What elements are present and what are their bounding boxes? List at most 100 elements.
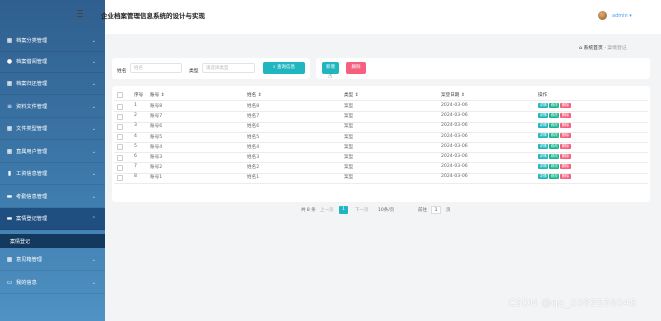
cell-account: 账号5 <box>150 134 163 140</box>
folder-icon: ▬ <box>6 193 13 200</box>
sidebar-item-attendance[interactable]: ▬ 考勤信息管理 ⌄ <box>0 186 105 208</box>
page-title: 企业档案管理信息系统的设计与实现 <box>101 12 205 20</box>
pagination-per-page[interactable]: 10条/页 <box>378 207 394 215</box>
caret-down-icon: ▾ <box>629 13 632 19</box>
sidebar-item-archive-category[interactable]: ▦ 档案分类管理 ⌄ <box>0 30 105 52</box>
type-label: 类型 <box>189 69 199 74</box>
avatar[interactable] <box>598 11 607 20</box>
modify-button[interactable]: 修改 <box>549 123 560 129</box>
detail-button[interactable]: 详情 <box>538 174 549 180</box>
cell-account: 账号6 <box>150 124 163 130</box>
stack-icon: ≡ <box>6 103 13 110</box>
pagination-current-page[interactable]: 1 <box>339 206 348 214</box>
detail-button[interactable]: 详情 <box>538 143 549 149</box>
user-icon: ● <box>6 58 13 65</box>
chevron-up-icon: ⌃ <box>91 215 96 222</box>
column-header-account[interactable]: 账号 ⇕ <box>150 92 165 98</box>
name-search-input[interactable]: 姓名 <box>130 63 182 73</box>
sidebar-item-archive-borrow[interactable]: ● 档案借阅管理 ⌄ <box>0 51 105 73</box>
sidebar-item-direct-users[interactable]: ▦ 直属用户管理 ⌄ <box>0 141 105 163</box>
remove-button[interactable]: 删除 <box>560 133 571 139</box>
sidebar-item-label: 档案分类管理 <box>16 38 48 44</box>
cell-index: 5 <box>134 143 137 149</box>
modify-button[interactable]: 修改 <box>549 102 560 108</box>
user-name: admin <box>612 13 628 19</box>
remove-button[interactable]: 删除 <box>560 123 571 129</box>
sidebar: ▦ 档案分类管理 ⌄ ● 档案借阅管理 ⌄ ▦ 档案归还管理 ⌄ ≡ 资料文件管… <box>0 0 105 321</box>
cell-name: 姓名8 <box>247 104 260 109</box>
detail-button[interactable]: 详情 <box>538 153 549 159</box>
detail-button[interactable]: 详情 <box>538 123 549 129</box>
folder-icon: ▬ <box>6 215 13 222</box>
cell-type: 案型 <box>344 134 354 140</box>
remove-button[interactable]: 删除 <box>560 102 571 108</box>
name-label: 姓名 <box>117 69 127 74</box>
cell-index: 7 <box>134 164 137 170</box>
chevron-down-icon: ⌄ <box>91 125 96 132</box>
pagination-prev[interactable]: 上一页 <box>320 207 334 215</box>
column-header-name[interactable]: 姓名 ⇕ <box>247 92 262 98</box>
type-select[interactable]: 请选择类型 <box>202 63 255 73</box>
modify-button[interactable]: 修改 <box>549 153 560 159</box>
type-placeholder: 请选择类型 <box>206 66 229 71</box>
row-checkbox[interactable] <box>117 164 123 171</box>
sidebar-item-salary[interactable]: ▮ 工资信息管理 ⌄ <box>0 163 105 185</box>
sidebar-item-file-types[interactable]: ▦ 文件类型管理 ⌄ <box>0 118 105 140</box>
breadcrumb-home[interactable]: 系统首页 <box>584 46 603 51</box>
remove-button[interactable]: 删除 <box>560 143 571 149</box>
search-button[interactable]: ⌕ 查询信息 <box>263 62 305 74</box>
remove-button[interactable]: 删除 <box>560 164 571 169</box>
pagination-goto-label: 前往 <box>418 208 427 213</box>
detail-button[interactable]: 详情 <box>538 102 549 108</box>
remove-button[interactable]: 删除 <box>560 153 571 159</box>
cell-account: 账号2 <box>150 165 163 171</box>
cell-index: 4 <box>134 133 137 139</box>
column-header-type[interactable]: 类型 ⇕ <box>344 92 359 98</box>
pagination-goto-input[interactable]: 1 <box>431 206 441 214</box>
row-checkbox[interactable] <box>117 113 123 120</box>
modify-button[interactable]: 修改 <box>549 164 560 169</box>
sidebar-item-case-registration[interactable]: ▬ 案情登记管理 ⌃ <box>0 208 105 230</box>
detail-button[interactable]: 详情 <box>538 164 549 169</box>
chevron-down-icon: ⌄ <box>91 103 96 110</box>
select-all-checkbox[interactable] <box>117 92 123 98</box>
cell-index: 3 <box>134 123 137 129</box>
remove-button[interactable]: 删除 <box>560 113 571 118</box>
menu-toggle-icon[interactable] <box>77 10 83 18</box>
cell-name: 姓名2 <box>247 165 260 171</box>
sidebar-item-archive-return[interactable]: ▦ 档案归还管理 ⌄ <box>0 73 105 95</box>
detail-button[interactable]: 详情 <box>538 113 549 118</box>
pagination-next[interactable]: 下一页 <box>355 207 369 215</box>
modify-button[interactable]: 修改 <box>549 143 560 149</box>
row-checkbox[interactable] <box>117 103 123 110</box>
modify-button[interactable]: 修改 <box>549 174 560 180</box>
detail-button[interactable]: 详情 <box>538 133 549 139</box>
cell-name: 姓名4 <box>247 144 260 150</box>
modify-button[interactable]: 修改 <box>549 113 560 118</box>
row-actions: 详情 修改 删除 <box>538 102 571 108</box>
row-checkbox[interactable] <box>117 134 123 141</box>
delete-button[interactable]: 删除 <box>346 62 366 74</box>
row-checkbox[interactable] <box>117 123 123 130</box>
modify-button[interactable]: 修改 <box>549 133 560 139</box>
sidebar-item-my-info[interactable]: ▭ 我的信息 ⌄ <box>0 272 105 294</box>
remove-button[interactable]: 删除 <box>560 174 571 180</box>
sidebar-item-label: 直属用户管理 <box>16 149 48 155</box>
cell-type: 案型 <box>344 175 354 181</box>
user-menu[interactable]: admin ▾ <box>612 13 632 19</box>
column-header-date[interactable]: 案登日期 ⇕ <box>441 92 465 98</box>
cell-date: 2024-03-06 <box>441 174 468 180</box>
sidebar-item-label: 我的信息 <box>16 280 37 286</box>
sidebar-item-document-files[interactable]: ≡ 资料文件管理 ⌄ <box>0 96 105 118</box>
sidebar-subitem-case-registration[interactable]: 案情登记 <box>0 234 105 248</box>
row-checkbox[interactable] <box>117 144 123 151</box>
cell-name: 姓名7 <box>247 114 260 120</box>
name-placeholder: 姓名 <box>134 66 143 71</box>
sidebar-item-label: 文件类型管理 <box>16 126 48 132</box>
cell-type: 案型 <box>344 104 354 109</box>
sidebar-item-suggestion-box[interactable]: ▦ 意见箱管理 ⌄ <box>0 249 105 271</box>
cell-date: 2024-03-06 <box>441 123 468 129</box>
row-checkbox[interactable] <box>117 174 123 181</box>
cell-date: 2024-03-06 <box>441 164 468 170</box>
row-checkbox[interactable] <box>117 154 123 161</box>
